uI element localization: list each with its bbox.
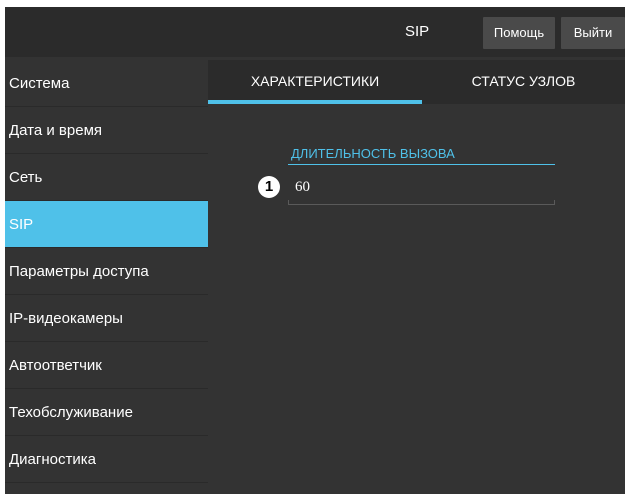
help-button[interactable]: Помощь [483, 17, 555, 49]
sidebar-item-diagnostics[interactable]: Диагностика [5, 436, 208, 483]
call-duration-input[interactable]: 60 [291, 174, 555, 204]
callout-marker: 1 [258, 176, 280, 198]
tab-characteristics[interactable]: ХАРАКТЕРИСТИКИ [208, 60, 422, 104]
input-tick-right [554, 200, 555, 205]
input-tick-left [288, 200, 289, 205]
input-underline [288, 204, 555, 205]
sidebar-item-answering-machine[interactable]: Автоответчик [5, 342, 208, 389]
tab-label: ХАРАКТЕРИСТИКИ [250, 73, 380, 89]
tab-bar: ХАРАКТЕРИСТИКИ СТАТУС УЗЛОВ [208, 60, 625, 104]
top-bar: SIP Помощь Выйти [5, 7, 625, 57]
sidebar: Система Дата и время Сеть SIP Параметры … [5, 60, 208, 483]
sidebar-item-sip[interactable]: SIP [5, 201, 208, 248]
call-duration-label: ДЛИТЕЛЬНОСТЬ ВЫЗОВА [291, 146, 455, 161]
active-tab-indicator [208, 100, 422, 104]
sidebar-item-maintenance[interactable]: Техобслуживание [5, 389, 208, 436]
sidebar-item-access[interactable]: Параметры доступа [5, 248, 208, 295]
page-title: SIP [405, 23, 430, 40]
sidebar-item-system[interactable]: Система [5, 60, 208, 107]
tab-label: СТАТУС УЗЛОВ [471, 73, 576, 89]
sidebar-item-date-time[interactable]: Дата и время [5, 107, 208, 154]
sidebar-item-network[interactable]: Сеть [5, 154, 208, 201]
exit-button[interactable]: Выйти [561, 17, 625, 49]
sidebar-item-ip-cameras[interactable]: IP-видеокамеры [5, 295, 208, 342]
tab-node-status[interactable]: СТАТУС УЗЛОВ [422, 60, 625, 104]
sip-settings-screen: SIP Помощь Выйти Система Дата и время Се… [5, 7, 625, 494]
label-underline [288, 164, 555, 165]
